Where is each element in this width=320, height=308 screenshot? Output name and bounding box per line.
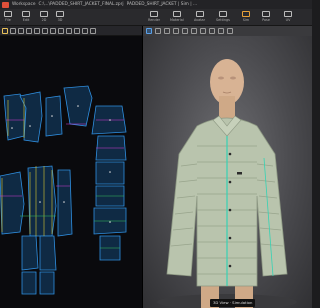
menu-avatar[interactable]: Avatar (194, 11, 205, 24)
camera-icon[interactable] (218, 28, 224, 34)
pattern-piece[interactable] (39, 235, 57, 271)
pattern-piece[interactable] (21, 235, 39, 271)
seam-icon[interactable] (66, 27, 72, 34)
transform-icon[interactable] (10, 27, 16, 34)
zoom-icon[interactable] (90, 27, 96, 34)
avatar-scene[interactable] (143, 36, 312, 308)
measure-icon[interactable] (182, 28, 188, 34)
segment-icon[interactable] (18, 27, 24, 34)
simulate-icon[interactable] (146, 28, 152, 34)
menu-sim[interactable]: Sim (242, 11, 250, 24)
material-icon (172, 11, 181, 17)
chest-logo-patch (237, 172, 242, 175)
pattern-piece[interactable] (0, 171, 25, 235)
pattern-canvas[interactable] (0, 36, 142, 308)
edit-icon (22, 11, 30, 17)
text-icon[interactable] (82, 27, 88, 34)
toolbar-2d (0, 26, 142, 36)
select-icon[interactable] (2, 27, 8, 34)
render-icon (150, 11, 159, 17)
menu-uv[interactable]: UV (284, 11, 292, 24)
menu-edit[interactable]: Edit (22, 11, 30, 24)
pattern-piece[interactable] (39, 271, 55, 295)
pin-icon[interactable] (74, 27, 80, 34)
rectangle-icon[interactable] (34, 27, 40, 34)
menu-2d[interactable]: 2D (40, 11, 48, 24)
viewport-3d[interactable] (143, 36, 312, 308)
polygon-icon[interactable] (26, 27, 32, 34)
file-path: C:\...\PADDED_SHIRT_JACKET_FINAL.zprj (38, 2, 124, 7)
light-icon[interactable] (227, 28, 233, 34)
menu-settings[interactable]: Settings (216, 11, 230, 24)
menu-render[interactable]: Render (148, 11, 160, 24)
gear-icon (218, 11, 227, 17)
tabs-text: PADDED_SHIRT_JACKET | Sim | ... (126, 2, 198, 7)
viewport-status-label: 3D View · Simulation (210, 299, 256, 307)
file-icon (4, 11, 12, 17)
fold-icon[interactable] (191, 28, 197, 34)
trace-icon[interactable] (58, 27, 64, 34)
menu-pose[interactable]: Pose (262, 11, 270, 24)
uv-icon (284, 11, 292, 17)
pin-3d-icon[interactable] (173, 28, 179, 34)
pattern-piece[interactable] (57, 169, 73, 237)
title-bar: Workspace C:\...\PADDED_SHIRT_JACKET_FIN… (0, 0, 312, 9)
toolbar-3d (143, 26, 312, 36)
dart-icon[interactable] (50, 27, 56, 34)
move-icon[interactable] (164, 28, 170, 34)
pattern-piece[interactable] (45, 95, 63, 137)
pattern-piece[interactable] (95, 161, 125, 185)
jacket (166, 115, 288, 287)
circle-icon[interactable] (42, 27, 48, 34)
menu-bar: File Edit 2D 3D Render Material Avatar S… (0, 9, 312, 26)
pattern-piece[interactable] (21, 271, 37, 295)
simulation-icon (242, 11, 250, 17)
app-logo-icon (2, 1, 9, 8)
cube-icon (56, 11, 64, 17)
menu-3d[interactable]: 3D (56, 11, 64, 24)
app-name: Workspace (12, 2, 36, 7)
pose-icon (262, 11, 270, 17)
strengthen-icon[interactable] (200, 28, 206, 34)
menu-file[interactable]: File (4, 11, 12, 24)
menu-material[interactable]: Material (170, 11, 184, 24)
pattern-icon (40, 11, 48, 17)
pattern-window-2d[interactable] (0, 36, 142, 308)
select-mesh-icon[interactable] (155, 28, 161, 34)
avatar-3d-icon[interactable] (209, 28, 215, 34)
avatar-icon (195, 11, 204, 17)
